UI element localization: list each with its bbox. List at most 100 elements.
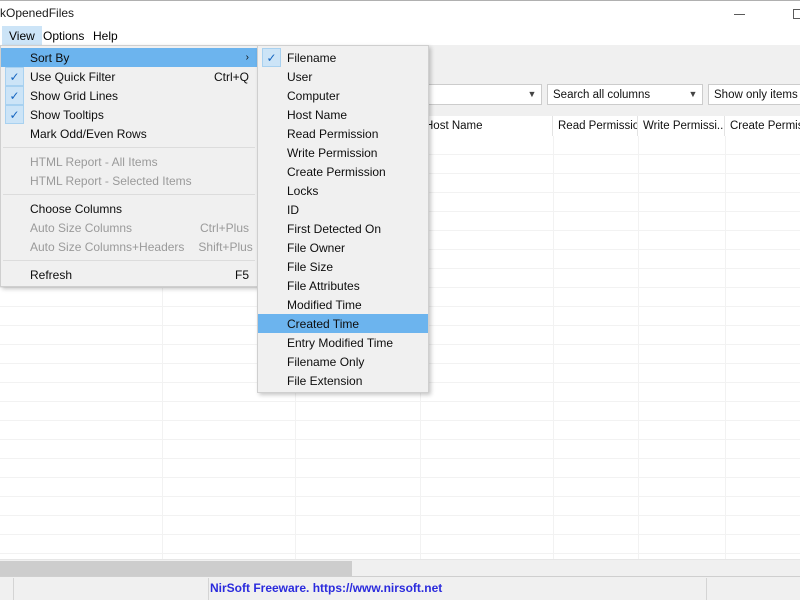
menu-item-label: Auto Size Columns+Headers xyxy=(30,239,185,254)
grid-row-divider xyxy=(0,420,800,421)
column-header-write-permission[interactable]: Write Permissi... xyxy=(638,116,725,136)
grid-column-divider xyxy=(553,136,554,559)
sort-by-item-host-name[interactable]: Host Name xyxy=(258,105,428,124)
maximize-button[interactable] xyxy=(775,1,800,27)
view-menu-item-use-quick-filter[interactable]: ✓ Use Quick Filter Ctrl+Q xyxy=(1,67,257,86)
sort-by-item-file-attributes[interactable]: File Attributes xyxy=(258,276,428,295)
menu-separator xyxy=(3,194,255,195)
menu-item-label: Created Time xyxy=(287,316,360,331)
column-header-create-permission[interactable]: Create Permiss. xyxy=(725,116,800,136)
view-menu-item-auto-size-columns-headers: Auto Size Columns+Headers Shift+Plus xyxy=(1,237,257,256)
sort-by-item-read-permission[interactable]: Read Permission xyxy=(258,124,428,143)
maximize-icon xyxy=(793,9,800,19)
grid-row-divider xyxy=(0,439,800,440)
window-title: kOpenedFiles xyxy=(0,6,75,20)
checkmark-icon: ✓ xyxy=(262,48,281,67)
view-menu-item-sort-by[interactable]: Sort By › xyxy=(1,48,257,67)
view-menu-item-refresh[interactable]: Refresh F5 xyxy=(1,265,257,284)
menu-item-label: Use Quick Filter xyxy=(30,69,116,84)
menubar-item-options[interactable]: Options xyxy=(36,26,91,45)
sort-by-item-modified-time[interactable]: Modified Time xyxy=(258,295,428,314)
view-menu-item-html-report-selected-items: HTML Report - Selected Items xyxy=(1,171,257,190)
view-menu-item-show-grid-lines[interactable]: ✓ Show Grid Lines xyxy=(1,86,257,105)
view-menu-item-mark-odd-even-rows[interactable]: Mark Odd/Even Rows xyxy=(1,124,257,143)
menu-item-label: Mark Odd/Even Rows xyxy=(30,126,147,141)
match-mode-combo[interactable]: Show only items matc ▼ xyxy=(708,84,800,105)
menu-separator xyxy=(3,260,255,261)
menu-item-label: Computer xyxy=(287,88,340,103)
sort-by-item-entry-modified-time[interactable]: Entry Modified Time xyxy=(258,333,428,352)
sort-by-item-created-time[interactable]: Created Time xyxy=(258,314,428,333)
statusbar-divider xyxy=(208,578,209,600)
nirsoft-link[interactable]: NirSoft Freeware. https://www.nirsoft.ne… xyxy=(210,581,442,595)
grid-row-divider xyxy=(0,401,800,402)
statusbar-divider xyxy=(13,578,14,600)
title-bar: kOpenedFiles xyxy=(0,0,800,26)
view-menu-item-show-tooltips[interactable]: ✓ Show Tooltips xyxy=(1,105,257,124)
sort-by-item-file-owner[interactable]: File Owner xyxy=(258,238,428,257)
view-menu-item-auto-size-columns: Auto Size Columns Ctrl+Plus xyxy=(1,218,257,237)
sort-by-item-filename-only[interactable]: Filename Only xyxy=(258,352,428,371)
menu-item-shortcut: F5 xyxy=(234,267,249,282)
menu-item-shortcut: Shift+Plus xyxy=(198,239,253,254)
menu-item-shortcut: Ctrl+Plus xyxy=(199,220,249,235)
menu-item-label: Show Tooltips xyxy=(30,107,104,122)
menu-item-label: HTML Report - Selected Items xyxy=(30,173,192,188)
minimize-button[interactable] xyxy=(716,1,762,27)
menu-bar: View Options Help xyxy=(0,26,800,45)
view-menu[interactable]: Sort By › ✓ Use Quick Filter Ctrl+Q ✓ Show Gri… xyxy=(0,45,258,287)
menu-item-label: Locks xyxy=(287,183,319,198)
menu-item-label: ID xyxy=(287,202,299,217)
sort-by-item-file-size[interactable]: File Size xyxy=(258,257,428,276)
application-window: kOpenedFiles View Options Help string ▼ … xyxy=(0,0,800,600)
menu-item-label: User xyxy=(287,69,313,84)
checkmark-icon: ✓ xyxy=(5,67,24,86)
grid-column-divider xyxy=(725,136,726,559)
horizontal-scrollbar-thumb[interactable] xyxy=(0,561,352,576)
menu-item-label: HTML Report - All Items xyxy=(30,154,158,169)
menu-item-label: Host Name xyxy=(287,107,348,122)
view-menu-item-html-report-all-items: HTML Report - All Items xyxy=(1,152,257,171)
grid-column-divider xyxy=(638,136,639,559)
sort-by-item-user[interactable]: User xyxy=(258,67,428,86)
grid-row-divider xyxy=(0,458,800,459)
menu-item-label: Auto Size Columns xyxy=(30,220,133,235)
menubar-item-help[interactable]: Help xyxy=(86,26,125,45)
horizontal-scrollbar[interactable] xyxy=(0,559,800,576)
menu-item-label: File Extension xyxy=(287,373,363,388)
sort-by-item-filename[interactable]: ✓ Filename xyxy=(258,48,428,67)
menu-item-label: Refresh xyxy=(30,267,73,282)
menu-item-label: Show Grid Lines xyxy=(30,88,119,103)
minimize-icon xyxy=(733,13,745,15)
column-header-read-permission[interactable]: Read Permission xyxy=(553,116,638,136)
menu-item-label: File Size xyxy=(287,259,334,274)
checkmark-icon: ✓ xyxy=(5,105,24,124)
column-header-host-name[interactable]: Host Name xyxy=(420,116,553,136)
sort-by-item-file-extension[interactable]: File Extension xyxy=(258,371,428,390)
grid-row-divider xyxy=(0,515,800,516)
sort-by-item-create-permission[interactable]: Create Permission xyxy=(258,162,428,181)
sort-by-item-first-detected-on[interactable]: First Detected On xyxy=(258,219,428,238)
menu-item-label: File Owner xyxy=(287,240,346,255)
sort-by-item-id[interactable]: ID xyxy=(258,200,428,219)
chevron-right-icon: › xyxy=(245,52,249,63)
menu-item-label: Choose Columns xyxy=(30,201,123,216)
menu-separator xyxy=(3,147,255,148)
sort-by-item-write-permission[interactable]: Write Permission xyxy=(258,143,428,162)
menu-item-label: Entry Modified Time xyxy=(287,335,394,350)
chevron-down-icon: ▼ xyxy=(688,89,698,99)
grid-row-divider xyxy=(0,553,800,554)
sort-by-submenu[interactable]: ✓ Filename User Computer Host Name Read Permi… xyxy=(257,45,429,393)
menu-item-label: Write Permission xyxy=(287,145,378,160)
menu-item-label: Sort By xyxy=(30,50,70,65)
sort-by-item-locks[interactable]: Locks xyxy=(258,181,428,200)
menu-item-label: Read Permission xyxy=(287,126,379,141)
menu-item-label: First Detected On xyxy=(287,221,382,236)
search-columns-combo[interactable]: Search all columns ▼ xyxy=(547,84,703,105)
statusbar-divider xyxy=(706,578,707,600)
chevron-down-icon: ▼ xyxy=(527,89,537,99)
menu-item-label: Create Permission xyxy=(287,164,386,179)
view-menu-item-choose-columns[interactable]: Choose Columns xyxy=(1,199,257,218)
menu-item-label: Filename xyxy=(287,50,337,65)
sort-by-item-computer[interactable]: Computer xyxy=(258,86,428,105)
